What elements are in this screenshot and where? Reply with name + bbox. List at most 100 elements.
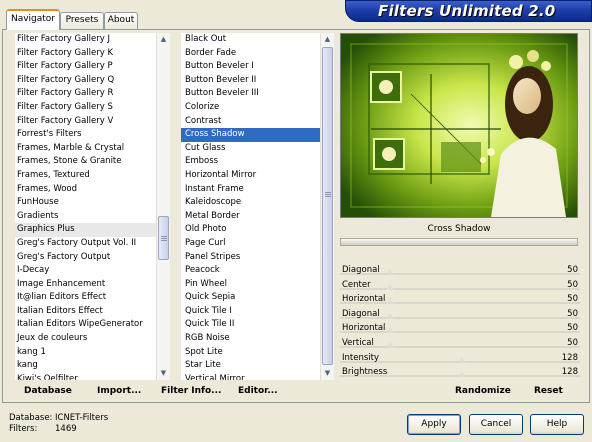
category-item[interactable]: Jeux de couleurs (15, 332, 157, 346)
help-button[interactable]: Help (530, 414, 584, 435)
category-item[interactable]: Filter Factory Gallery V (15, 115, 157, 129)
parameter-slider[interactable]: Intensity 128 (340, 351, 580, 365)
parameter-slider[interactable]: Brightness 128 (340, 365, 580, 379)
scroll-up-icon[interactable]: ▲ (157, 33, 170, 46)
category-item[interactable]: Greg's Factory Output Vol. II (15, 237, 157, 251)
category-item[interactable]: I-Decay (15, 264, 157, 278)
filter-item[interactable]: RGB Noise (181, 332, 321, 346)
category-item[interactable]: Italian Editors Effect (15, 305, 157, 319)
filter-item[interactable]: Quick Sepia (181, 291, 321, 305)
slider-thumb[interactable] (386, 298, 395, 305)
category-item[interactable]: Filter Factory Gallery P (15, 60, 157, 74)
slider-track[interactable] (340, 346, 580, 348)
category-item[interactable]: FunHouse (15, 196, 157, 210)
filter-item[interactable]: Button Beveler I (181, 60, 321, 74)
scroll-up-icon[interactable]: ▲ (321, 33, 334, 46)
filter-item[interactable]: Star Lite (181, 359, 321, 373)
database-value: ICNET-Filters (55, 413, 109, 423)
slider-thumb[interactable] (386, 342, 395, 348)
parameter-slider[interactable]: Vertical 50 (340, 336, 580, 350)
filter-item[interactable]: Cut Glass (181, 142, 321, 156)
scroll-down-icon[interactable]: ▼ (321, 367, 334, 380)
category-item[interactable]: It@lian Editors Effect (15, 291, 157, 305)
parameter-label: Vertical (342, 338, 374, 348)
filter-item[interactable]: Page Curl (181, 237, 321, 251)
category-item[interactable]: kang (15, 359, 157, 373)
category-item[interactable]: Greg's Factory Output (15, 251, 157, 265)
filter-item[interactable]: Quick Tile I (181, 305, 321, 319)
filter-item[interactable]: Old Photo (181, 223, 321, 237)
import-button[interactable]: Import... (97, 385, 141, 397)
category-list[interactable]: Filter Factory Gallery J Filter Factory G… (15, 33, 157, 380)
filter-item[interactable]: Emboss (181, 155, 321, 169)
category-item[interactable]: Forrest's Filters (15, 128, 157, 142)
filter-item[interactable]: Horizontal Mirror (181, 169, 321, 183)
filter-item[interactable]: Quick Tile II (181, 318, 321, 332)
parameter-slider[interactable]: Horizontal 50 (340, 292, 580, 306)
parameter-slider[interactable]: Diagonal 50 (340, 263, 580, 277)
slider-thumb[interactable] (386, 283, 395, 290)
filter-list[interactable]: Black Out Border Fade Button Beveler I Butt… (181, 33, 321, 380)
category-item[interactable]: Frames, Wood (15, 183, 157, 197)
apply-button[interactable]: Apply (407, 414, 461, 435)
tab-presets[interactable]: Presets (60, 12, 104, 29)
slider-thumb[interactable] (458, 371, 467, 378)
filter-item[interactable]: Spot Lite (181, 346, 321, 360)
category-scroll-thumb[interactable] (158, 216, 169, 260)
filter-item[interactable]: Colorize (181, 101, 321, 115)
filter-item[interactable]: Peacock (181, 264, 321, 278)
scroll-down-icon[interactable]: ▼ (157, 367, 170, 380)
filter-item[interactable]: Pin Wheel (181, 278, 321, 292)
category-item[interactable]: Gradients (15, 210, 157, 224)
category-item[interactable]: Filter Factory Gallery Q (15, 74, 157, 88)
randomize-button[interactable]: Randomize (455, 385, 511, 397)
slider-thumb[interactable] (386, 327, 395, 334)
filter-item[interactable]: Instant Frame (181, 183, 321, 197)
category-item[interactable]: Italian Editors WipeGenerator (15, 318, 157, 332)
parameter-slider[interactable]: Horizontal 50 (340, 321, 580, 335)
filter-item[interactable]: Black Out (181, 33, 321, 47)
parameter-label: Center (342, 279, 371, 290)
slider-thumb[interactable] (458, 356, 467, 363)
category-item[interactable]: Graphics Plus (15, 223, 157, 237)
category-item[interactable]: Image Enhancement (15, 278, 157, 292)
filter-item[interactable]: Button Beveler III (181, 87, 321, 101)
filter-item[interactable]: Contrast (181, 115, 321, 129)
parameter-slider[interactable]: Diagonal 50 (340, 307, 580, 321)
cancel-button[interactable]: Cancel (469, 414, 523, 435)
filter-item[interactable]: Cross Shadow (181, 128, 321, 142)
filter-item[interactable]: Button Beveler II (181, 74, 321, 88)
reset-button[interactable]: Reset (534, 385, 563, 397)
filter-item[interactable]: Metal Border (181, 210, 321, 224)
tab-navigator[interactable]: Navigator (6, 9, 60, 30)
parameter-value: 50 (567, 308, 578, 319)
category-item[interactable]: Frames, Stone & Granite (15, 155, 157, 169)
filter-item[interactable]: Vertical Mirror (181, 373, 321, 380)
filter-info-button[interactable]: Filter Info... (161, 385, 221, 397)
tab-about[interactable]: About (104, 12, 138, 29)
parameter-slider[interactable]: Center 50 (340, 278, 580, 292)
category-item[interactable]: Filter Factory Gallery R (15, 87, 157, 101)
parameter-label: Horizontal (342, 323, 386, 334)
slider-thumb[interactable] (386, 269, 395, 275)
parameter-value: 50 (567, 323, 578, 334)
preview-artwork (341, 34, 577, 217)
app-title: Filters Unlimited 2.0 (378, 2, 556, 20)
database-button[interactable]: Database (24, 385, 72, 397)
category-item[interactable]: Kiwi's Oelfilter (15, 373, 157, 380)
filter-scroll-thumb[interactable] (322, 47, 333, 365)
category-item[interactable]: Filter Factory Gallery J (15, 33, 157, 47)
filter-item[interactable]: Kaleidoscope (181, 196, 321, 210)
editor-button[interactable]: Editor... (238, 385, 278, 397)
filter-item[interactable]: Panel Stripes (181, 251, 321, 265)
category-item[interactable]: kang 1 (15, 346, 157, 360)
slider-thumb[interactable] (386, 312, 395, 319)
category-scrollbar[interactable]: ▲ ▼ (156, 33, 170, 380)
category-item[interactable]: Frames, Textured (15, 169, 157, 183)
category-item[interactable]: Frames, Marble & Crystal (15, 142, 157, 156)
filter-scrollbar[interactable]: ▲ ▼ (320, 33, 334, 380)
slider-track[interactable] (340, 287, 580, 290)
filter-item[interactable]: Border Fade (181, 47, 321, 61)
category-item[interactable]: Filter Factory Gallery S (15, 101, 157, 115)
category-item[interactable]: Filter Factory Gallery K (15, 47, 157, 61)
